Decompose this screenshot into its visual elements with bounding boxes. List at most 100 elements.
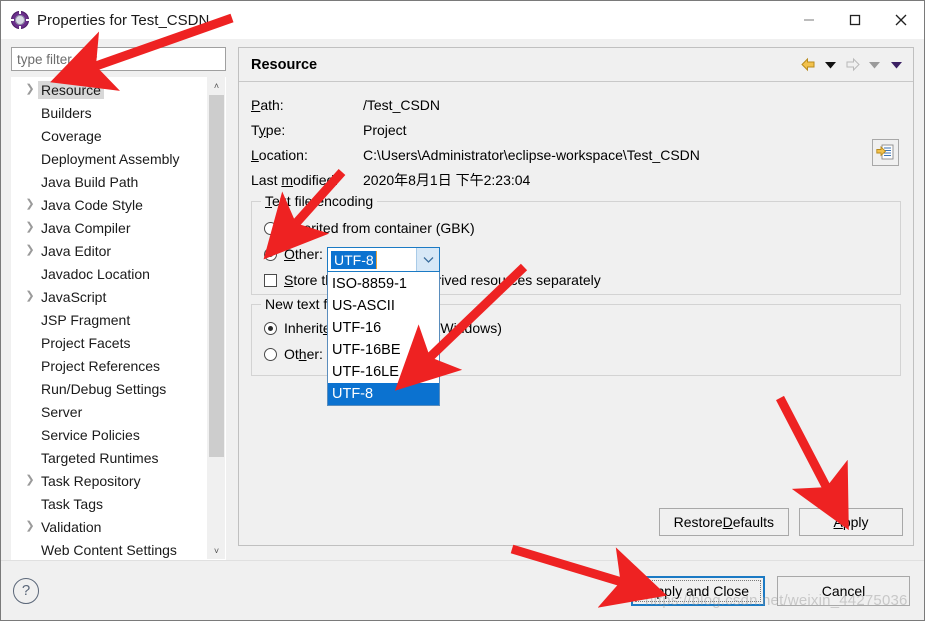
tree-vertical-scrollbar[interactable]: ˄ ˅ (207, 77, 225, 559)
encoding-combobox-dropdown[interactable]: ISO-8859-1 US-ASCII UTF-16 UTF-16BE UTF-16LE… (327, 272, 440, 406)
scroll-up-icon[interactable]: ˄ (208, 77, 225, 94)
chevron-right-icon[interactable]: ❯ (22, 222, 38, 233)
sidebar-item-label: Java Code Style (41, 196, 143, 213)
restore-defaults-post: efaults (732, 514, 774, 530)
sidebar-item-label: Targeted Runtimes (41, 449, 159, 466)
type-row: Type: Project (251, 117, 901, 142)
filter-input[interactable]: type filter text (11, 47, 226, 71)
encoding-option[interactable]: UTF-8 (328, 383, 439, 405)
encoding-legend-text: ext file encoding (272, 193, 374, 209)
store-encoding-checkbox[interactable] (264, 273, 277, 287)
other-encoding-label: Other: (284, 246, 323, 262)
sidebar-item-project-facets[interactable]: Project Facets (12, 331, 207, 354)
encoding-combobox-field[interactable]: UTF-8 (327, 247, 440, 272)
other-delimiter-radio[interactable] (264, 347, 277, 361)
sidebar-item-builders[interactable]: Builders (12, 101, 207, 124)
sidebar-item-web-content-settings[interactable]: Web Content Settings (12, 538, 207, 559)
inherited-delimiter-radio[interactable] (264, 321, 277, 335)
sidebar-item-label: Coverage (41, 127, 102, 144)
sidebar-item-run-debug-settings[interactable]: Run/Debug Settings (12, 377, 207, 400)
chevron-down-icon[interactable] (416, 248, 439, 271)
other-delimiter-label: Other: (284, 346, 323, 362)
path-mnemonic: P (251, 96, 261, 113)
sidebar-item-task-repository[interactable]: ❯ Task Repository (12, 469, 207, 492)
forward-arrow-icon (841, 51, 863, 79)
page-title: Resource (251, 56, 318, 73)
sidebar-item-task-tags[interactable]: Task Tags (12, 492, 207, 515)
chevron-right-icon[interactable]: ❯ (22, 475, 38, 486)
chevron-right-icon[interactable]: ❯ (22, 521, 38, 532)
other-encoding-radio[interactable] (264, 247, 277, 261)
encoding-combobox-value: UTF-8 (331, 250, 377, 269)
inherited-encoding-label: Inherited from container (GBK) (284, 220, 475, 236)
scrollbar-thumb[interactable] (209, 95, 224, 457)
encoding-option[interactable]: US-ASCII (328, 295, 439, 317)
text-file-encoding-legend: Text file encoding (261, 193, 378, 209)
restore-defaults-button[interactable]: Restore Defaults (658, 508, 789, 536)
close-button[interactable] (878, 1, 924, 39)
chevron-right-icon[interactable]: ❯ (22, 199, 38, 210)
inherited-encoding-radio[interactable] (264, 221, 277, 235)
back-arrow-icon[interactable] (797, 51, 819, 79)
chevron-right-icon[interactable]: ❯ (22, 291, 38, 302)
sidebar-item-java-build-path[interactable]: Java Build Path (12, 170, 207, 193)
sidebar-item-label: Java Editor (41, 242, 112, 259)
sidebar-item-label: Server (41, 403, 83, 420)
sidebar-item-javascript[interactable]: ❯ JavaScript (12, 285, 207, 308)
location-mnemonic: L (251, 146, 259, 163)
back-history-chevron-down-icon[interactable] (819, 51, 841, 79)
maximize-button[interactable] (832, 1, 878, 39)
restore-defaults-pre: Restore (673, 514, 723, 530)
apply-button[interactable]: Apply (799, 508, 903, 536)
browse-folder-icon[interactable] (872, 139, 899, 166)
encoding-option[interactable]: UTF-16LE (328, 361, 439, 383)
sidebar-item-label: Builders (41, 104, 92, 121)
location-row: Location: C:\Users\Administrator\eclipse… (251, 139, 901, 167)
sidebar-item-label: Javadoc Location (41, 265, 150, 282)
encoding-option[interactable]: ISO-8859-1 (328, 273, 439, 295)
pane-button-row: Restore Defaults Apply (658, 508, 903, 536)
encoding-combobox-value-wrap[interactable]: UTF-8 (328, 248, 416, 271)
properties-dialog: Properties for Test_CSDN type filter tex… (0, 0, 925, 621)
minimize-button[interactable] (786, 1, 832, 39)
encoding-combobox[interactable]: UTF-8 ISO-8859-1 US-ASCII UTF-16 UTF-16BE UT… (327, 247, 440, 406)
sidebar-item-server[interactable]: Server (12, 400, 207, 423)
path-label: Path: (251, 96, 284, 113)
sidebar-item-targeted-runtimes[interactable]: Targeted Runtimes (12, 446, 207, 469)
other-delimiter-mnemonic: h (298, 346, 307, 362)
sidebar-item-jsp-fragment[interactable]: JSP Fragment (12, 308, 207, 331)
scroll-down-icon[interactable]: ˅ (208, 542, 225, 559)
cancel-button[interactable]: Cancel (777, 575, 910, 606)
sidebar-item-validation[interactable]: ❯ Validation (12, 515, 207, 538)
dialog-content: type filter text ❯ Resource Builders Covera… (1, 39, 924, 620)
sidebar-item-project-references[interactable]: Project References (12, 354, 207, 377)
encoding-option[interactable]: UTF-16 (328, 317, 439, 339)
sidebar-item-service-policies[interactable]: Service Policies (12, 423, 207, 446)
sidebar-item-resource[interactable]: ❯ Resource (12, 78, 207, 101)
sidebar-item-label: Task Tags (41, 495, 103, 512)
view-menu-chevron-down-icon[interactable] (885, 51, 907, 79)
type-value: Project (363, 121, 407, 138)
sidebar-item-label: JSP Fragment (41, 311, 131, 328)
sidebar-item-java-code-style[interactable]: ❯ Java Code Style (12, 193, 207, 216)
sidebar-item-java-compiler[interactable]: ❯ Java Compiler (12, 216, 207, 239)
location-label: Location: (251, 146, 308, 163)
chevron-right-icon[interactable]: ❯ (22, 245, 38, 256)
inherited-delimiter-pre: Inherit (284, 320, 323, 336)
settings-tree[interactable]: ❯ Resource Builders Coverage Deployment Asse… (12, 77, 207, 559)
apply-label-post: pply (842, 514, 869, 530)
sidebar-item-coverage[interactable]: Coverage (12, 124, 207, 147)
sidebar-item-java-editor[interactable]: ❯ Java Editor (12, 239, 207, 262)
type-label: Type: (251, 121, 286, 138)
encoding-option[interactable]: UTF-16BE (328, 339, 439, 361)
sidebar-item-label: Project References (41, 357, 161, 374)
sidebar-item-javadoc-location[interactable]: Javadoc Location (12, 262, 207, 285)
chevron-right-icon[interactable]: ❯ (22, 84, 38, 95)
help-question-icon[interactable]: ? (13, 577, 39, 604)
title-bar: Properties for Test_CSDN (1, 1, 924, 39)
apply-and-close-button[interactable]: Apply and Close (631, 575, 765, 606)
sidebar-item-label: Java Compiler (41, 219, 131, 236)
inherited-encoding-radio-row[interactable]: Inherited from container (GBK) (264, 215, 888, 241)
sidebar-item-deployment-assembly[interactable]: Deployment Assembly (12, 147, 207, 170)
dialog-footer: ? Apply and Close Cancel (1, 560, 924, 620)
